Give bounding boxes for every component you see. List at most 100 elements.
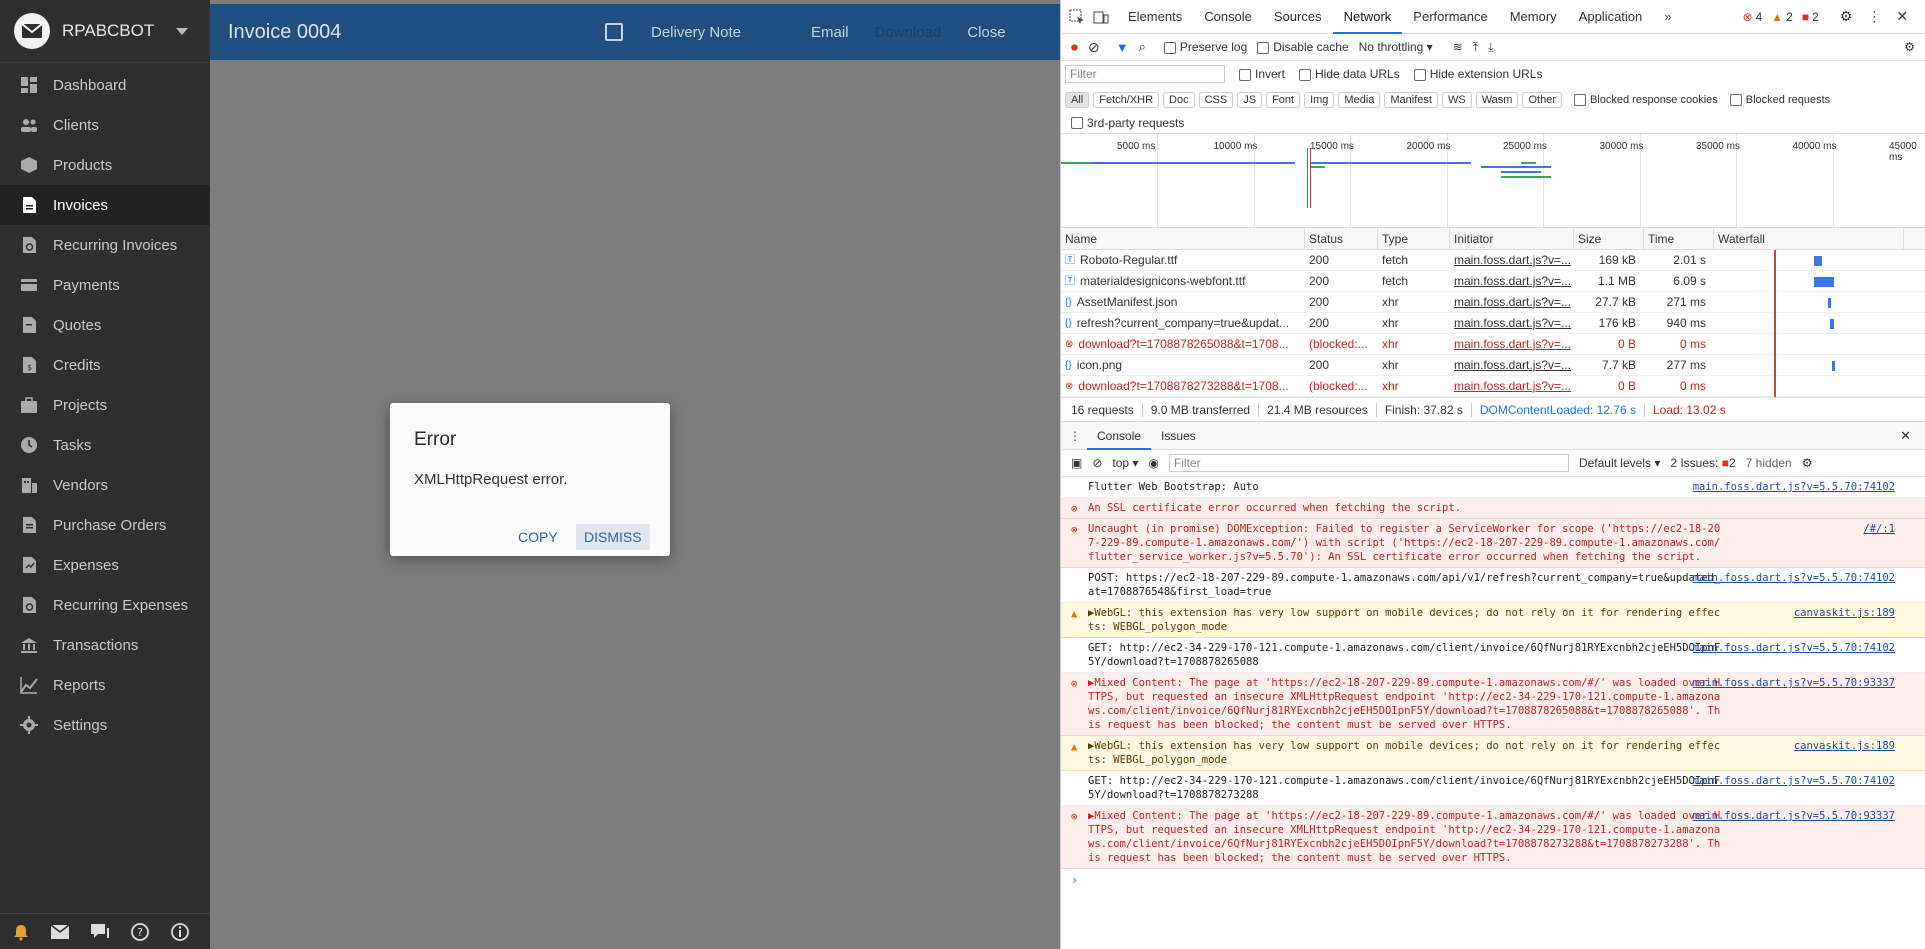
request-initiator[interactable]: main.foss.dart.js?v=...: [1450, 271, 1574, 292]
console-message[interactable]: Flutter Web Bootstrap: Auto main.foss.dar…: [1061, 477, 1925, 498]
request-initiator[interactable]: main.foss.dart.js?v=...: [1450, 355, 1574, 376]
company-switcher[interactable]: RPABCBOT: [0, 0, 210, 63]
console-message[interactable]: ▲ ▶WebGL: this extension has very low sup…: [1061, 736, 1925, 771]
console-message[interactable]: ⊗ ▶Mixed Content: The page at 'https://ec…: [1061, 806, 1925, 869]
warning-badge[interactable]: ▲ 2: [1771, 10, 1793, 24]
console-message[interactable]: ⊗ Uncaught (in promise) DOMException: Fai…: [1061, 519, 1925, 568]
request-initiator[interactable]: main.foss.dart.js?v=...: [1450, 313, 1574, 334]
devtools-tab-performance[interactable]: Performance: [1402, 0, 1498, 34]
console-sidebar-icon[interactable]: ▣: [1071, 456, 1082, 470]
live-expression-eye-icon[interactable]: ◉: [1148, 456, 1158, 470]
sidebar-item-settings[interactable]: Settings: [0, 705, 210, 745]
info-icon[interactable]: [170, 922, 190, 942]
console-message[interactable]: GET: http://ec2-34-229-170-121.compute-1…: [1061, 638, 1925, 673]
devtools-tab-sources[interactable]: Sources: [1263, 0, 1333, 34]
export-har-icon[interactable]: ⤓: [1488, 40, 1493, 55]
more-options-icon[interactable]: ⋮: [1867, 8, 1881, 25]
sidebar-item-transactions[interactable]: Transactions: [0, 625, 210, 665]
sidebar-item-products[interactable]: Products: [0, 145, 210, 185]
type-filter-font[interactable]: Font: [1266, 92, 1301, 108]
col-type[interactable]: Type: [1378, 227, 1450, 250]
issues-badge[interactable]: ■ 2: [1802, 10, 1819, 24]
chevron-down-icon[interactable]: [176, 27, 188, 35]
delivery-note-label[interactable]: Delivery Note: [651, 24, 741, 41]
devtools-badges[interactable]: ⊗ 4 ▲ 2 ■ 2 ⚙ ⋮ ✕: [1743, 8, 1909, 25]
console-message-source[interactable]: main.foss.dart.js?v=5.5.70:74102: [1693, 480, 1895, 494]
sidebar-item-reports[interactable]: Reports: [0, 665, 210, 705]
col-waterfall[interactable]: Waterfall: [1714, 227, 1904, 250]
help-icon[interactable]: ?: [130, 922, 150, 942]
console-message-source[interactable]: main.foss.dart.js?v=5.5.70:74102: [1693, 571, 1895, 585]
col-status[interactable]: Status: [1305, 227, 1378, 250]
network-settings-icon[interactable]: ⚙: [1904, 40, 1915, 54]
type-filter-wasm[interactable]: Wasm: [1475, 92, 1519, 108]
sidebar-item-dashboard[interactable]: Dashboard: [0, 65, 210, 105]
bell-icon[interactable]: [12, 923, 30, 941]
type-filter-all[interactable]: All: [1065, 92, 1090, 108]
settings-gear-icon[interactable]: ⚙: [1840, 8, 1853, 25]
request-row[interactable]: ⊗ download?t=1708878265088&t=1708... (bloc…: [1061, 333, 1925, 355]
error-badge[interactable]: ⊗ 4: [1743, 10, 1763, 24]
console-clear-icon[interactable]: ⊘: [1092, 456, 1102, 470]
drawer-tab-console[interactable]: Console: [1087, 422, 1152, 450]
request-initiator[interactable]: main.foss.dart.js?v=...: [1450, 250, 1574, 271]
email-button[interactable]: Email: [811, 24, 849, 41]
console-message-source[interactable]: main.foss.dart.js?v=5.5.70:74102: [1693, 641, 1895, 655]
col-initiator[interactable]: Initiator: [1450, 227, 1574, 250]
sidebar-item-vendors[interactable]: Vendors: [0, 465, 210, 505]
hide-extension-urls-toggle[interactable]: Hide extension URLs: [1413, 67, 1542, 81]
sidebar-item-credits[interactable]: $ Credits: [0, 345, 210, 385]
request-row[interactable]: {} AssetManifest.json 200 xhr main.foss.dart…: [1061, 291, 1925, 313]
type-filter-img[interactable]: Img: [1304, 92, 1335, 108]
log-levels-select[interactable]: Default levels ▾: [1579, 456, 1660, 470]
console-message-source[interactable]: main.foss.dart.js?v=5.5.70:93337: [1693, 676, 1895, 690]
console-message[interactable]: ⊗ ▶Mixed Content: The page at 'https://ec…: [1061, 673, 1925, 736]
issues-counter[interactable]: 2 Issues: ■2: [1670, 456, 1735, 470]
type-filter-doc[interactable]: Doc: [1163, 92, 1195, 108]
invert-toggle[interactable]: Invert: [1239, 67, 1285, 81]
request-row[interactable]: ⊗ download?t=1708878273288&t=1708... (bloc…: [1061, 375, 1925, 397]
search-icon[interactable]: ⌕: [1139, 39, 1146, 55]
devtools-tab-network[interactable]: Network: [1332, 0, 1403, 34]
devtools-tab-console[interactable]: Console: [1193, 0, 1263, 34]
console-message-source[interactable]: /#/:1: [1863, 522, 1895, 536]
console-message[interactable]: ⊗ An SSL certificate error occurred when …: [1061, 498, 1925, 519]
type-filter-ws[interactable]: WS: [1441, 92, 1472, 108]
third-party-toggle[interactable]: 3rd-party requests: [1061, 113, 1925, 133]
request-initiator[interactable]: main.foss.dart.js?v=...: [1450, 334, 1574, 355]
drawer-tab-issues[interactable]: Issues: [1151, 422, 1206, 450]
network-filter-input[interactable]: Filter: [1065, 65, 1225, 83]
devtools-tab-application[interactable]: Application: [1568, 0, 1654, 34]
sidebar-item-expenses[interactable]: Expenses: [0, 545, 210, 585]
console-message[interactable]: POST: https://ec2-18-207-229-89.compute-…: [1061, 568, 1925, 603]
sidebar-item-payments[interactable]: Payments: [0, 265, 210, 305]
hide-data-urls-toggle[interactable]: Hide data URLs: [1299, 67, 1400, 81]
devtools-tab-memory[interactable]: Memory: [1499, 0, 1568, 34]
inspect-element-icon[interactable]: [1069, 9, 1085, 25]
type-filter-js[interactable]: JS: [1237, 92, 1263, 108]
chat-icon[interactable]: [90, 923, 110, 941]
blocked-cookies-toggle[interactable]: Blocked response cookies: [1573, 94, 1718, 107]
throttling-select[interactable]: No throttling ▾: [1359, 40, 1433, 54]
type-filter-fetchxhr[interactable]: Fetch/XHR: [1093, 92, 1160, 108]
preserve-log-toggle[interactable]: Preserve log: [1163, 40, 1247, 54]
console-settings-icon[interactable]: ⚙: [1802, 456, 1813, 470]
console-filter-input[interactable]: Filter: [1168, 454, 1569, 472]
filter-funnel-icon[interactable]: ▼: [1116, 40, 1129, 55]
type-filter-other[interactable]: Other: [1522, 92, 1562, 108]
console-message-source[interactable]: main.foss.dart.js?v=5.5.70:74102: [1693, 774, 1895, 788]
request-initiator[interactable]: main.foss.dart.js?v=...: [1450, 376, 1574, 397]
blocked-requests-toggle[interactable]: Blocked requests: [1729, 94, 1830, 107]
import-har-icon[interactable]: ⤒: [1473, 40, 1478, 55]
record-stop-icon[interactable]: ⏺: [1071, 39, 1078, 56]
dismiss-button[interactable]: DISMISS: [576, 524, 650, 550]
device-toolbar-icon[interactable]: [1093, 9, 1109, 25]
console-message-source[interactable]: main.foss.dart.js?v=5.5.70:93337: [1693, 809, 1895, 823]
disable-cache-toggle[interactable]: Disable cache: [1257, 40, 1349, 54]
devtools-tab-elements[interactable]: Elements: [1117, 0, 1193, 34]
delivery-note-checkbox[interactable]: [605, 23, 623, 41]
console-message-source[interactable]: canvaskit.js:189: [1794, 739, 1895, 753]
sidebar-item-purchase-orders[interactable]: Purchase Orders: [0, 505, 210, 545]
network-overview-timeline[interactable]: 5000 ms 10000 ms 15000 ms 20000 ms 25000 ms 3…: [1061, 133, 1925, 228]
console-message-source[interactable]: canvaskit.js:189: [1794, 606, 1895, 620]
